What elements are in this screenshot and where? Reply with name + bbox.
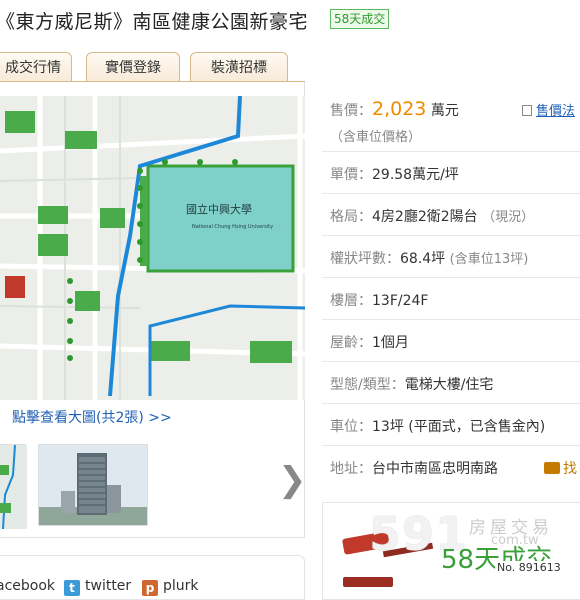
- share-bar: acebook t twitter p plurk: [0, 555, 305, 600]
- layout-note: （現況）: [482, 210, 535, 225]
- sold-days-badge: 58天成交: [330, 9, 390, 29]
- campus-label-en: National Chung Hsing University: [192, 224, 273, 230]
- case-number: No. 891613: [495, 561, 563, 574]
- price-row: 售價：2,023 萬元 （含車位價格） 售價法: [322, 92, 580, 152]
- layout-label: 格局：: [330, 209, 372, 225]
- floor-label: 樓層：: [330, 293, 372, 309]
- address-value: 台中市南區忠明南路: [372, 461, 498, 477]
- type-row: 型態/類型：電梯大樓/住宅: [322, 362, 580, 404]
- price-value: 2,023: [372, 98, 427, 120]
- thumbnail-building-photo[interactable]: [38, 444, 148, 526]
- thumbnail-strip: ❯: [0, 440, 307, 530]
- age-row: 屋齡：1個月: [322, 320, 580, 362]
- view-large-map-link[interactable]: 點擊查看大圖(共2張) >>: [12, 407, 172, 427]
- title-bar: 《東方威尼斯》南區健康公園新豪宅 58天成交: [0, 0, 580, 40]
- tab-renovation-tender[interactable]: 裝潢招標: [190, 52, 288, 82]
- unit-price-label: 單價：: [330, 167, 372, 183]
- price-method-label: 售價法: [536, 104, 576, 119]
- toolbox-icon: [544, 462, 560, 474]
- share-twitter[interactable]: t twitter: [64, 578, 131, 596]
- age-label: 屋齡：: [330, 335, 372, 351]
- document-icon: [522, 105, 532, 116]
- listing-title: 《東方威尼斯》南區健康公園新豪宅: [0, 11, 309, 33]
- tab-actual-price-registry[interactable]: 實價登錄: [86, 52, 180, 82]
- unit-price-row: 單價：29.58萬元/坪: [322, 152, 580, 194]
- price-label: 售價：: [330, 103, 372, 119]
- area-note: (含車位13坪): [449, 252, 529, 267]
- layout-row: 格局：4房2廳2衛2陽台 （現況）: [322, 194, 580, 236]
- parking-row: 車位：13坪 (平面式，已含售金內): [322, 404, 580, 446]
- campus-label: 國立中興大學: [186, 202, 252, 216]
- tab-transaction-market[interactable]: 成交行情: [0, 52, 72, 82]
- plurk-label: plurk: [163, 578, 199, 594]
- parking-label: 車位：: [330, 419, 372, 435]
- thumbnail-map[interactable]: [0, 444, 27, 530]
- unit-price-value: 29.58萬元/坪: [372, 167, 459, 183]
- price-unit: 萬元: [430, 103, 459, 119]
- floor-value: 13F/24F: [372, 293, 429, 309]
- age-value: 1個月: [372, 335, 409, 351]
- twitter-icon: t: [64, 580, 80, 596]
- area-row: 權狀坪數：68.4坪 (含車位13坪): [322, 236, 580, 278]
- next-thumbnail-arrow[interactable]: ❯: [278, 460, 307, 500]
- address-row: 地址：台中市南區忠明南路 找: [322, 446, 580, 488]
- find-nearby-link[interactable]: 找: [544, 458, 577, 478]
- share-plurk[interactable]: p plurk: [142, 578, 199, 596]
- price-method-link[interactable]: 售價法: [522, 100, 575, 119]
- address-label: 地址：: [330, 461, 372, 477]
- layout-value: 4房2廳2衛2陽台: [372, 209, 478, 225]
- find-nearby-label: 找: [563, 461, 577, 477]
- share-facebook[interactable]: acebook: [0, 578, 55, 594]
- plurk-icon: p: [142, 580, 158, 596]
- type-label: 型態/類型：: [330, 377, 405, 393]
- area-label: 權狀坪數：: [330, 251, 400, 267]
- facebook-label: acebook: [0, 578, 56, 594]
- twitter-label: twitter: [85, 578, 132, 594]
- price-note: （含車位價格）: [330, 130, 422, 145]
- parking-value: 13坪 (平面式，已含售金內): [372, 419, 546, 435]
- sold-promo-banner: 591 房屋交易 com.tw 58天成交 No. 891613: [322, 502, 580, 600]
- type-value: 電梯大樓/住宅: [404, 377, 494, 393]
- area-value: 68.4坪: [400, 251, 446, 267]
- floor-row: 樓層：13F/24F: [322, 278, 580, 320]
- location-map[interactable]: 國立中興大學 National Chung Hsing University: [0, 96, 305, 400]
